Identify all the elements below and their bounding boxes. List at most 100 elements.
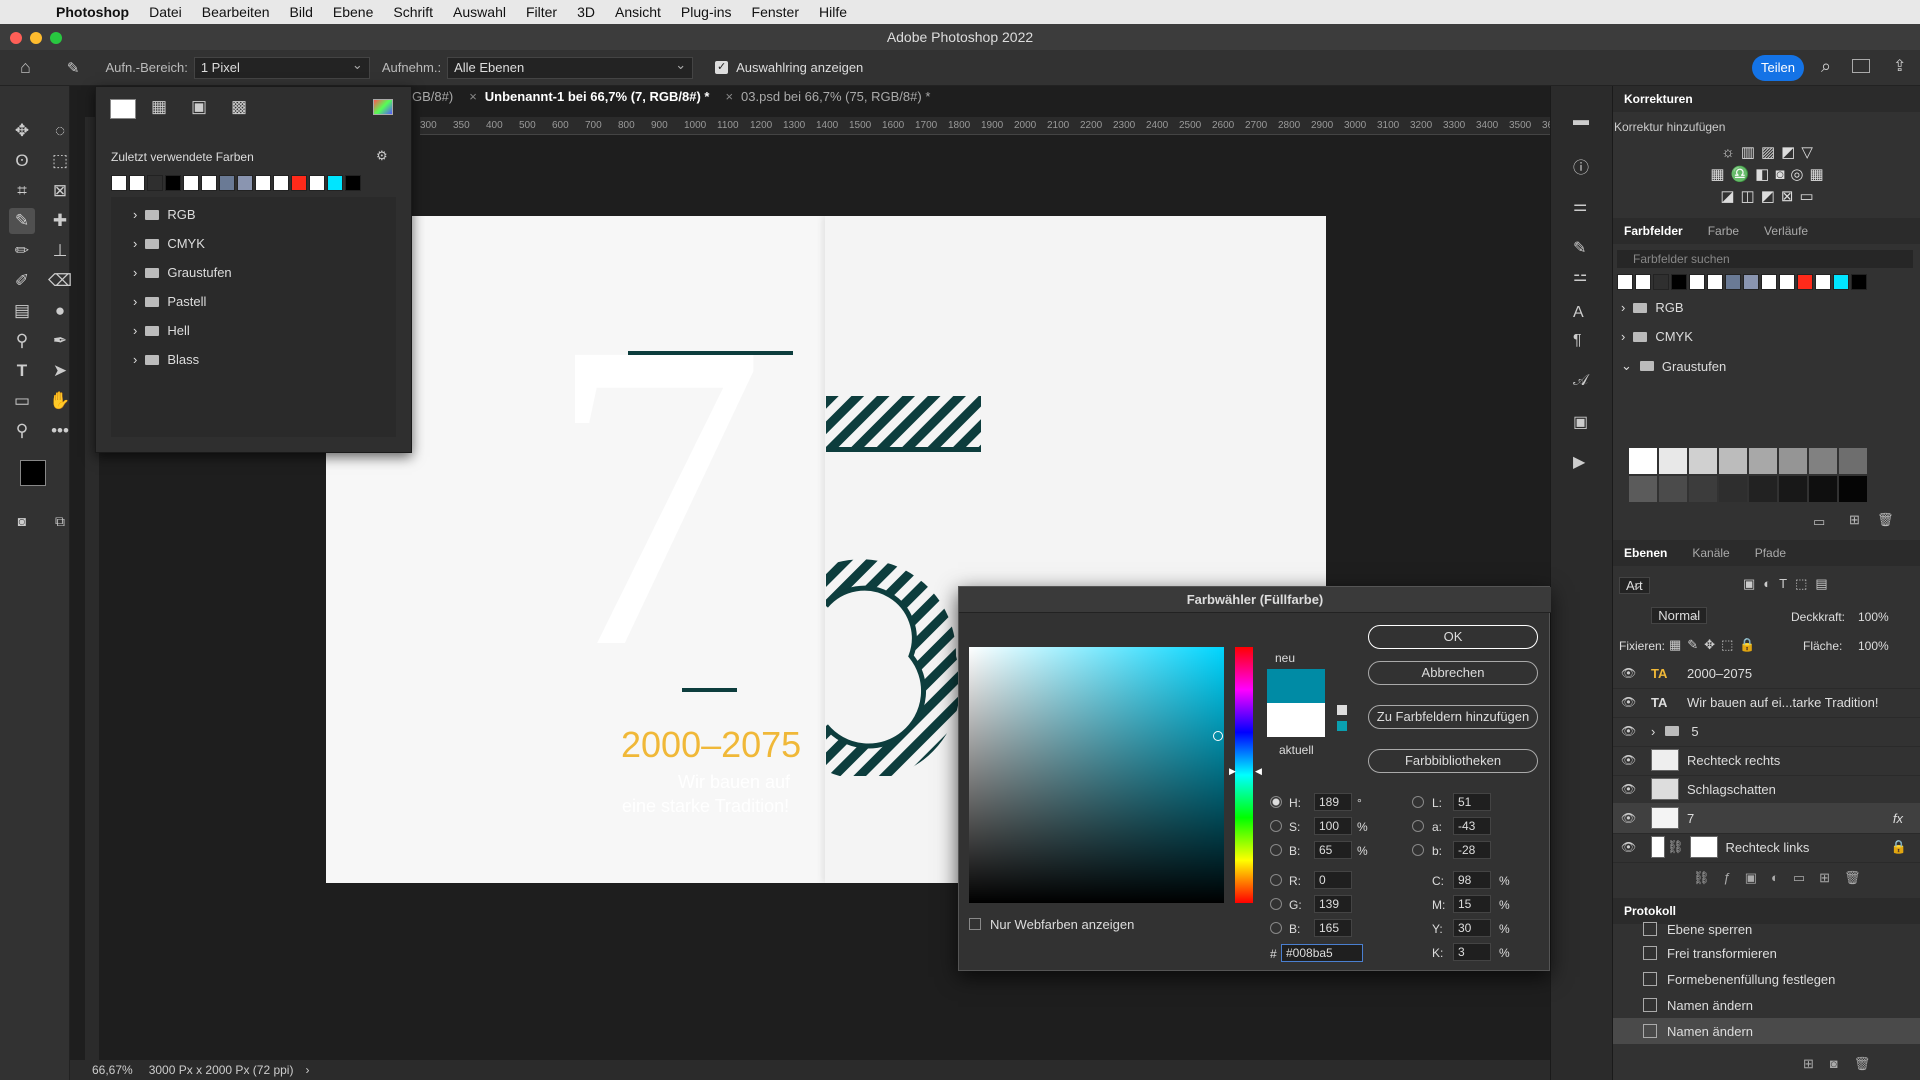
close-icon[interactable]: ×	[725, 89, 733, 111]
lasso-tool-icon[interactable]: ʘ	[9, 148, 35, 174]
character-icon[interactable]: A	[1573, 304, 1584, 322]
color-swatch[interactable]	[1689, 274, 1705, 290]
field-r[interactable]: 0	[1314, 871, 1352, 889]
protokoll-title[interactable]: Protokoll	[1624, 904, 1676, 918]
adjustment-icons[interactable]: ☼▥▨◩▽ ▦♎◧◙◎▦ ◪◫◩⊠▭	[1705, 142, 1835, 212]
layer-row[interactable]: 👁 Schlagschatten	[1613, 774, 1920, 805]
zoom-level[interactable]: 66,67%	[92, 1063, 133, 1077]
menu-schrift[interactable]: Schrift	[393, 4, 433, 20]
field-g[interactable]: 139	[1314, 895, 1352, 913]
color-swatch[interactable]	[129, 175, 145, 191]
color-swatch[interactable]	[183, 175, 199, 191]
korrekturen-title[interactable]: Korrekturen	[1624, 92, 1693, 106]
properties-icon[interactable]: ⚌	[1573, 196, 1587, 216]
trash-icon[interactable]: 🗑	[1877, 512, 1894, 528]
cancel-button[interactable]: Abbrechen	[1368, 661, 1538, 685]
eye-icon[interactable]: 👁	[1621, 782, 1641, 796]
field-lab-b[interactable]: -28	[1453, 841, 1491, 859]
radio-h[interactable]	[1270, 796, 1282, 808]
minimize-window-icon[interactable]	[30, 32, 42, 44]
color-swatch[interactable]	[111, 175, 127, 191]
close-window-icon[interactable]	[10, 32, 22, 44]
libraries-icon[interactable]: ▣	[1573, 412, 1588, 432]
color-swatch[interactable]	[1815, 274, 1831, 290]
list-view-icon[interactable]: ▣	[191, 97, 207, 117]
layer-row[interactable]: 👁 › 5	[1613, 716, 1920, 747]
color-swatch[interactable]	[1833, 274, 1849, 290]
field-h[interactable]: 189	[1314, 793, 1352, 811]
history-item[interactable]: Ebene sperren	[1613, 922, 1920, 936]
radio-a[interactable]	[1412, 820, 1424, 832]
ok-button[interactable]: OK	[1368, 625, 1538, 649]
field-c[interactable]: 98	[1453, 871, 1491, 889]
hue-arrow-left-icon[interactable]: ▶	[1229, 766, 1236, 777]
hex-field[interactable]: #008ba5	[1281, 944, 1363, 962]
blur-tool-icon[interactable]: ●	[47, 298, 73, 324]
history-item-selected[interactable]: Namen ändern	[1613, 1018, 1920, 1044]
history-brush-icon[interactable]: ✐	[9, 268, 35, 294]
menu-hilfe[interactable]: Hilfe	[819, 4, 847, 20]
quick-mask-icon[interactable]: ◙	[9, 508, 35, 534]
history-item[interactable]: Formebenenfüllung festlegen	[1613, 966, 1920, 992]
tab-pfade[interactable]: Pfade	[1755, 546, 1786, 560]
field-a[interactable]: -43	[1453, 817, 1491, 835]
gray-swatch[interactable]	[1809, 476, 1837, 502]
fill-value[interactable]: 100%	[1858, 639, 1889, 653]
folder-blass[interactable]: › Blass	[133, 352, 199, 367]
color-marker[interactable]	[1213, 731, 1223, 741]
radio-b[interactable]	[1270, 922, 1282, 934]
share-button[interactable]: Teilen	[1752, 55, 1804, 81]
move-tool-icon[interactable]: ✥	[9, 118, 35, 144]
gray-swatch[interactable]	[1719, 476, 1747, 502]
color-swatch[interactable]	[1725, 274, 1741, 290]
folder-hell[interactable]: › Hell	[133, 323, 190, 338]
fx-icon[interactable]: fx	[1893, 811, 1903, 826]
color-swatch[interactable]	[165, 175, 181, 191]
gray-swatch[interactable]	[1839, 448, 1867, 474]
brush-settings-icon[interactable]: ✎	[1573, 238, 1586, 258]
paragraph-icon[interactable]: ¶	[1573, 332, 1582, 350]
ring-checkbox[interactable]: ✓	[715, 61, 729, 74]
color-swatch[interactable]	[147, 175, 163, 191]
gray-swatch[interactable]	[1809, 448, 1837, 474]
hand-tool-icon[interactable]: ✋	[47, 388, 73, 414]
info-icon[interactable]: ⓘ	[1573, 154, 1589, 178]
gray-swatch[interactable]	[1689, 448, 1717, 474]
add-to-swatches-button[interactable]: Zu Farbfeldern hinzufügen	[1368, 705, 1538, 729]
menu-3d[interactable]: 3D	[577, 4, 595, 20]
eye-icon[interactable]: 👁	[1621, 695, 1641, 709]
tab-farbe[interactable]: Farbe	[1708, 224, 1739, 238]
comments-icon[interactable]: ▬	[1573, 112, 1589, 130]
opacity-value[interactable]: 100%	[1858, 610, 1889, 624]
lock-icons[interactable]: ▦✎✥⬚🔒	[1669, 637, 1762, 653]
menu-fenster[interactable]: Fenster	[752, 4, 799, 20]
color-swatch[interactable]	[1851, 274, 1867, 290]
gray-swatch[interactable]	[1749, 448, 1777, 474]
gray-swatch[interactable]	[1659, 448, 1687, 474]
gray-swatch[interactable]	[1839, 476, 1867, 502]
hue-arrow-right-icon[interactable]: ◀	[1255, 766, 1262, 777]
brush-tool-icon[interactable]: ✏	[9, 238, 35, 264]
layer-row[interactable]: 👁 ⛓ Rechteck links 🔒	[1613, 832, 1920, 863]
workspace-icon[interactable]	[1852, 59, 1870, 73]
gray-swatch[interactable]	[1689, 476, 1717, 502]
color-picker-icon[interactable]	[373, 99, 393, 115]
menu-auswahl[interactable]: Auswahl	[453, 4, 506, 20]
foreground-color-swatch[interactable]	[20, 460, 46, 486]
layer-row[interactable]: 👁 TA Wir bauen auf ei...tarke Tradition!	[1613, 687, 1920, 718]
folder-icon[interactable]: ▭	[1813, 514, 1825, 530]
panel-folder-cmyk[interactable]: › CMYK	[1621, 329, 1693, 344]
marquee-tool-icon[interactable]: ◌	[47, 118, 73, 144]
web-colors-checkbox[interactable]	[969, 918, 981, 930]
tab-doc-1[interactable]: GB/8#)	[412, 89, 453, 111]
menu-photoshop[interactable]: Photoshop	[56, 4, 129, 20]
gray-swatch[interactable]	[1779, 476, 1807, 502]
new-swatch-icon[interactable]: ⊞	[1849, 512, 1860, 528]
folder-pastell[interactable]: › Pastell	[133, 294, 206, 309]
swatch-search-input[interactable]: Farbfelder suchen	[1617, 250, 1913, 268]
eyedropper-tool-icon[interactable]: ✎	[9, 208, 35, 234]
gray-swatch[interactable]	[1629, 476, 1657, 502]
export-icon[interactable]: ⇪	[1893, 56, 1906, 76]
eye-icon[interactable]: 👁	[1621, 811, 1641, 825]
color-swatch[interactable]	[1617, 274, 1633, 290]
